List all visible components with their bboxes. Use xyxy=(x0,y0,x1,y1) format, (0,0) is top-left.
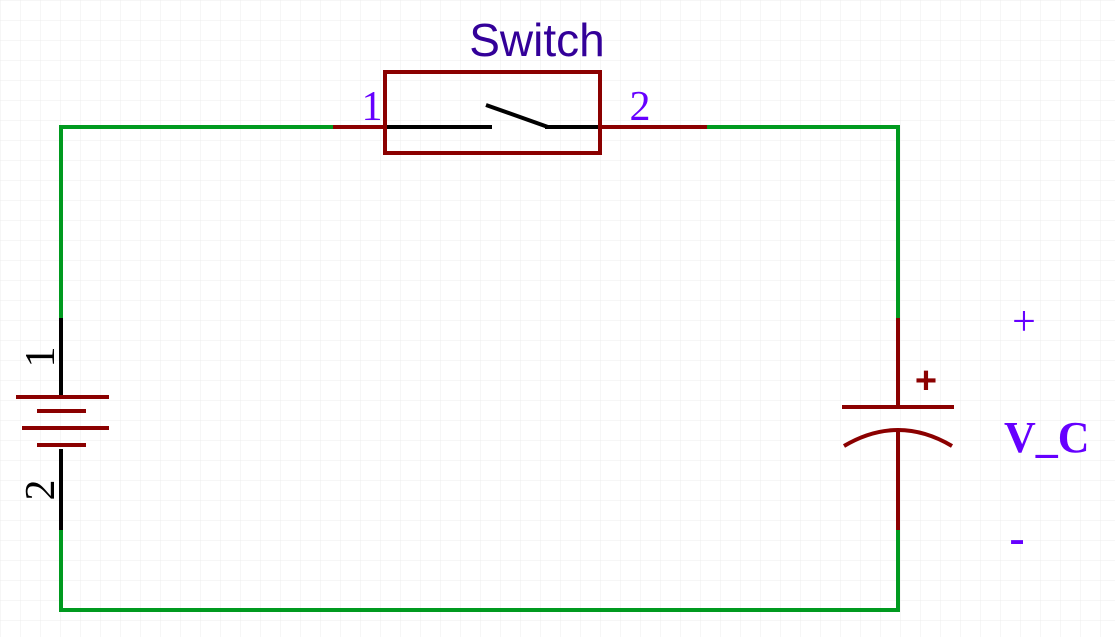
switch-pin2-label: 2 xyxy=(630,84,651,130)
grid-background xyxy=(0,0,1115,637)
switch-pin1-label: 1 xyxy=(362,84,383,130)
schematic-canvas: Switch 1 2 1 2 + + V_C - xyxy=(0,0,1115,637)
battery-pin2-label: 2 xyxy=(18,480,64,501)
capacitor-polarity-mark: + xyxy=(915,360,937,402)
battery-pin1-label: 1 xyxy=(18,347,64,368)
probe-name-label: V_C xyxy=(1004,413,1090,462)
switch-label: Switch xyxy=(469,14,604,66)
probe-minus-label: - xyxy=(1009,512,1024,563)
probe-plus-label: + xyxy=(1012,299,1036,345)
